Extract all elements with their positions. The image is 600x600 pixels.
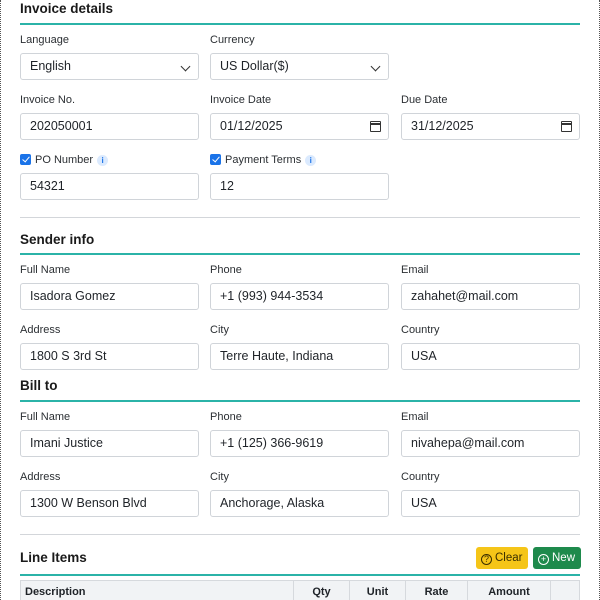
sender-city-label: City [210,324,229,336]
sender-city-input[interactable]: Terre Haute, Indiana [210,343,389,370]
calendar-icon[interactable] [561,121,572,132]
due-date-field: Due Date 31/12/2025 [401,93,580,140]
column-header-description[interactable]: Description [21,581,294,600]
bill-email-field: Email nivahepa@mail.com [401,410,580,457]
sender-phone-input[interactable]: +1 (993) 944-3534 [210,283,389,310]
bill-address-field: Address 1300 W Benson Blvd [20,470,199,517]
po-number-input[interactable]: 54321 [20,173,199,200]
po-number-field: PO Number i 54321 [20,153,199,200]
invoice-details-title: Invoice details [20,1,114,16]
due-date-value: 31/12/2025 [411,119,474,133]
sender-phone-field: Phone +1 (993) 944-3534 [210,263,389,310]
sender-city-field: City Terre Haute, Indiana [210,323,389,370]
sender-country-input[interactable]: USA [401,343,580,370]
calendar-icon[interactable] [370,121,381,132]
payment-terms-label: Payment Terms [225,154,302,166]
bill-full-name-field: Full Name Imani Justice [20,410,199,457]
po-number-checkbox[interactable] [20,154,31,165]
column-header-qty[interactable]: Qty [294,581,350,600]
bill-phone-input[interactable]: +1 (125) 366-9619 [210,430,389,457]
bill-city-label: City [210,471,229,483]
sender-address-input[interactable]: 1800 S 3rd St [20,343,199,370]
payment-terms-checkbox[interactable] [210,154,221,165]
sender-email-field: Email zahahet@mail.com [401,263,580,310]
bill-full-name-label: Full Name [20,411,71,423]
invoice-no-field: Invoice No. 202050001 [20,93,199,140]
language-value: English [30,59,71,73]
sender-address-label: Address [20,324,61,336]
payment-terms-input[interactable]: 12 [210,173,389,200]
bill-address-input[interactable]: 1300 W Benson Blvd [20,490,199,517]
column-header-rate[interactable]: Rate [406,581,468,600]
payment-terms-field: Payment Terms i 12 [210,153,389,200]
question-circle-icon: ? [481,554,492,565]
invoice-details-divider [20,23,580,25]
column-header-actions [551,581,579,600]
due-date-input[interactable]: 31/12/2025 [401,113,580,140]
sender-phone-label: Phone [210,264,242,276]
sender-full-name-field: Full Name Isadora Gomez [20,263,199,310]
bill-full-name-input[interactable]: Imani Justice [20,430,199,457]
payment-terms-label-row: Payment Terms i [210,153,389,167]
sender-country-label: Country [401,324,440,336]
line-items-table-header: Description Qty Unit Rate Amount [20,580,580,600]
po-number-label: PO Number [35,154,94,166]
section-separator [20,217,580,218]
due-date-label: Due Date [401,94,448,106]
invoice-date-input[interactable]: 01/12/2025 [210,113,389,140]
section-separator [20,534,580,535]
currency-label: Currency [210,34,255,46]
line-items-divider [20,574,580,576]
sender-info-title: Sender info [20,232,95,247]
sender-email-input[interactable]: zahahet@mail.com [401,283,580,310]
invoice-date-value: 01/12/2025 [220,119,283,133]
language-field: Language English [20,33,199,80]
bill-to-divider [20,400,580,402]
bill-address-label: Address [20,471,61,483]
info-icon[interactable]: i [305,155,317,166]
bill-email-input[interactable]: nivahepa@mail.com [401,430,580,457]
currency-value: US Dollar($) [220,59,289,73]
bill-city-field: City Anchorage, Alaska [210,470,389,517]
sender-full-name-label: Full Name [20,264,71,276]
invoice-date-field: Invoice Date 01/12/2025 [210,93,389,140]
column-header-unit[interactable]: Unit [350,581,406,600]
invoice-no-label: Invoice No. [20,94,76,106]
sender-info-divider [20,253,580,255]
sender-address-field: Address 1800 S 3rd St [20,323,199,370]
bill-to-title: Bill to [20,378,58,393]
bill-city-input[interactable]: Anchorage, Alaska [210,490,389,517]
language-label: Language [20,34,69,46]
bill-email-label: Email [401,411,429,423]
bill-country-input[interactable]: USA [401,490,580,517]
plus-circle-icon: + [538,554,549,565]
column-header-amount[interactable]: Amount [468,581,551,600]
po-number-label-row: PO Number i [20,153,199,167]
bill-country-label: Country [401,471,440,483]
invoice-date-label: Invoice Date [210,94,272,106]
clear-button[interactable]: ? Clear [476,547,529,569]
bill-country-field: Country USA [401,470,580,517]
new-button[interactable]: + New [533,547,582,569]
sender-country-field: Country USA [401,323,580,370]
chevron-down-icon [370,61,381,72]
invoice-no-input[interactable]: 202050001 [20,113,199,140]
currency-field: Currency US Dollar($) [210,33,389,80]
language-select[interactable]: English [20,53,199,80]
sender-full-name-input[interactable]: Isadora Gomez [20,283,199,310]
clear-button-label: Clear [495,552,523,564]
chevron-down-icon [180,61,191,72]
new-button-label: New [552,552,576,564]
info-icon[interactable]: i [97,155,109,166]
line-items-title: Line Items [20,550,87,565]
currency-select[interactable]: US Dollar($) [210,53,389,80]
sender-email-label: Email [401,264,429,276]
bill-phone-field: Phone +1 (125) 366-9619 [210,410,389,457]
bill-phone-label: Phone [210,411,242,423]
